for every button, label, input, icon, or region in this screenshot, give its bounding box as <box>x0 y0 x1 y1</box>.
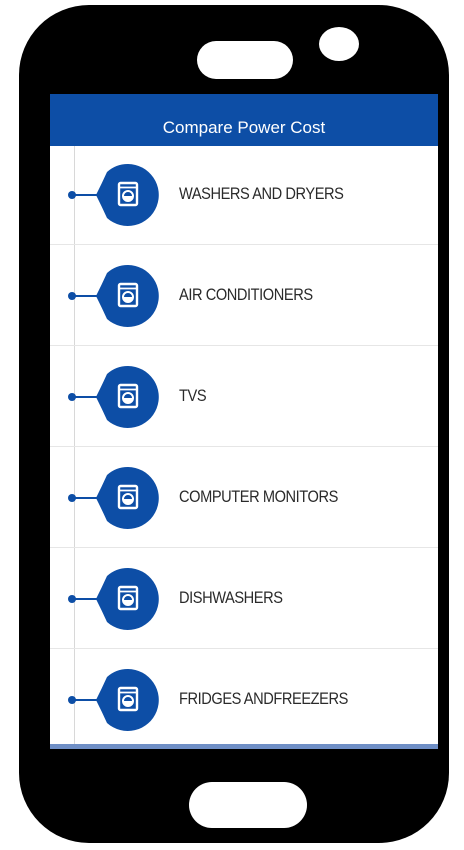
list-item[interactable]: WASHERS AND DRYERS <box>50 146 438 245</box>
timeline-dot <box>68 494 76 502</box>
list-item-label: WASHERS AND DRYERS <box>179 184 344 203</box>
camera-icon <box>319 27 359 61</box>
list-item[interactable]: TVS <box>50 346 438 447</box>
list-item[interactable]: AIR CONDITIONERS <box>50 245 438 346</box>
list-item[interactable]: DISHWASHERS <box>50 548 438 649</box>
washer-icon <box>96 365 160 429</box>
list-item-label: DISHWASHERS <box>179 588 283 607</box>
list-item-label: TVS <box>179 386 207 405</box>
timeline-dot <box>68 292 76 300</box>
app-header: Compare Power Cost <box>50 94 438 146</box>
list-item-label: AIR CONDITIONERS <box>179 285 313 304</box>
washer-icon <box>96 163 160 227</box>
timeline-dot <box>68 696 76 704</box>
bottom-bar <box>50 744 438 749</box>
timeline-dot <box>68 191 76 199</box>
list-item-label: FRIDGES ANDFREEZERS <box>179 689 348 708</box>
washer-icon <box>96 567 160 631</box>
washer-icon <box>96 668 160 732</box>
washer-icon <box>96 264 160 328</box>
app-screen: Compare Power Cost WASHERS AND DRYERS AI… <box>50 94 438 749</box>
list-item[interactable]: COMPUTER MONITORS <box>50 447 438 548</box>
page-title: Compare Power Cost <box>162 118 326 137</box>
home-button[interactable] <box>189 782 307 828</box>
list-item[interactable]: FRIDGES ANDFREEZERS <box>50 649 438 749</box>
list-item-label: COMPUTER MONITORS <box>179 487 338 506</box>
category-list: WASHERS AND DRYERS AIR CONDITIONERS TVS … <box>50 146 438 749</box>
washer-icon <box>96 466 160 530</box>
timeline-dot <box>68 595 76 603</box>
speaker-grille <box>197 41 293 79</box>
timeline-dot <box>68 393 76 401</box>
